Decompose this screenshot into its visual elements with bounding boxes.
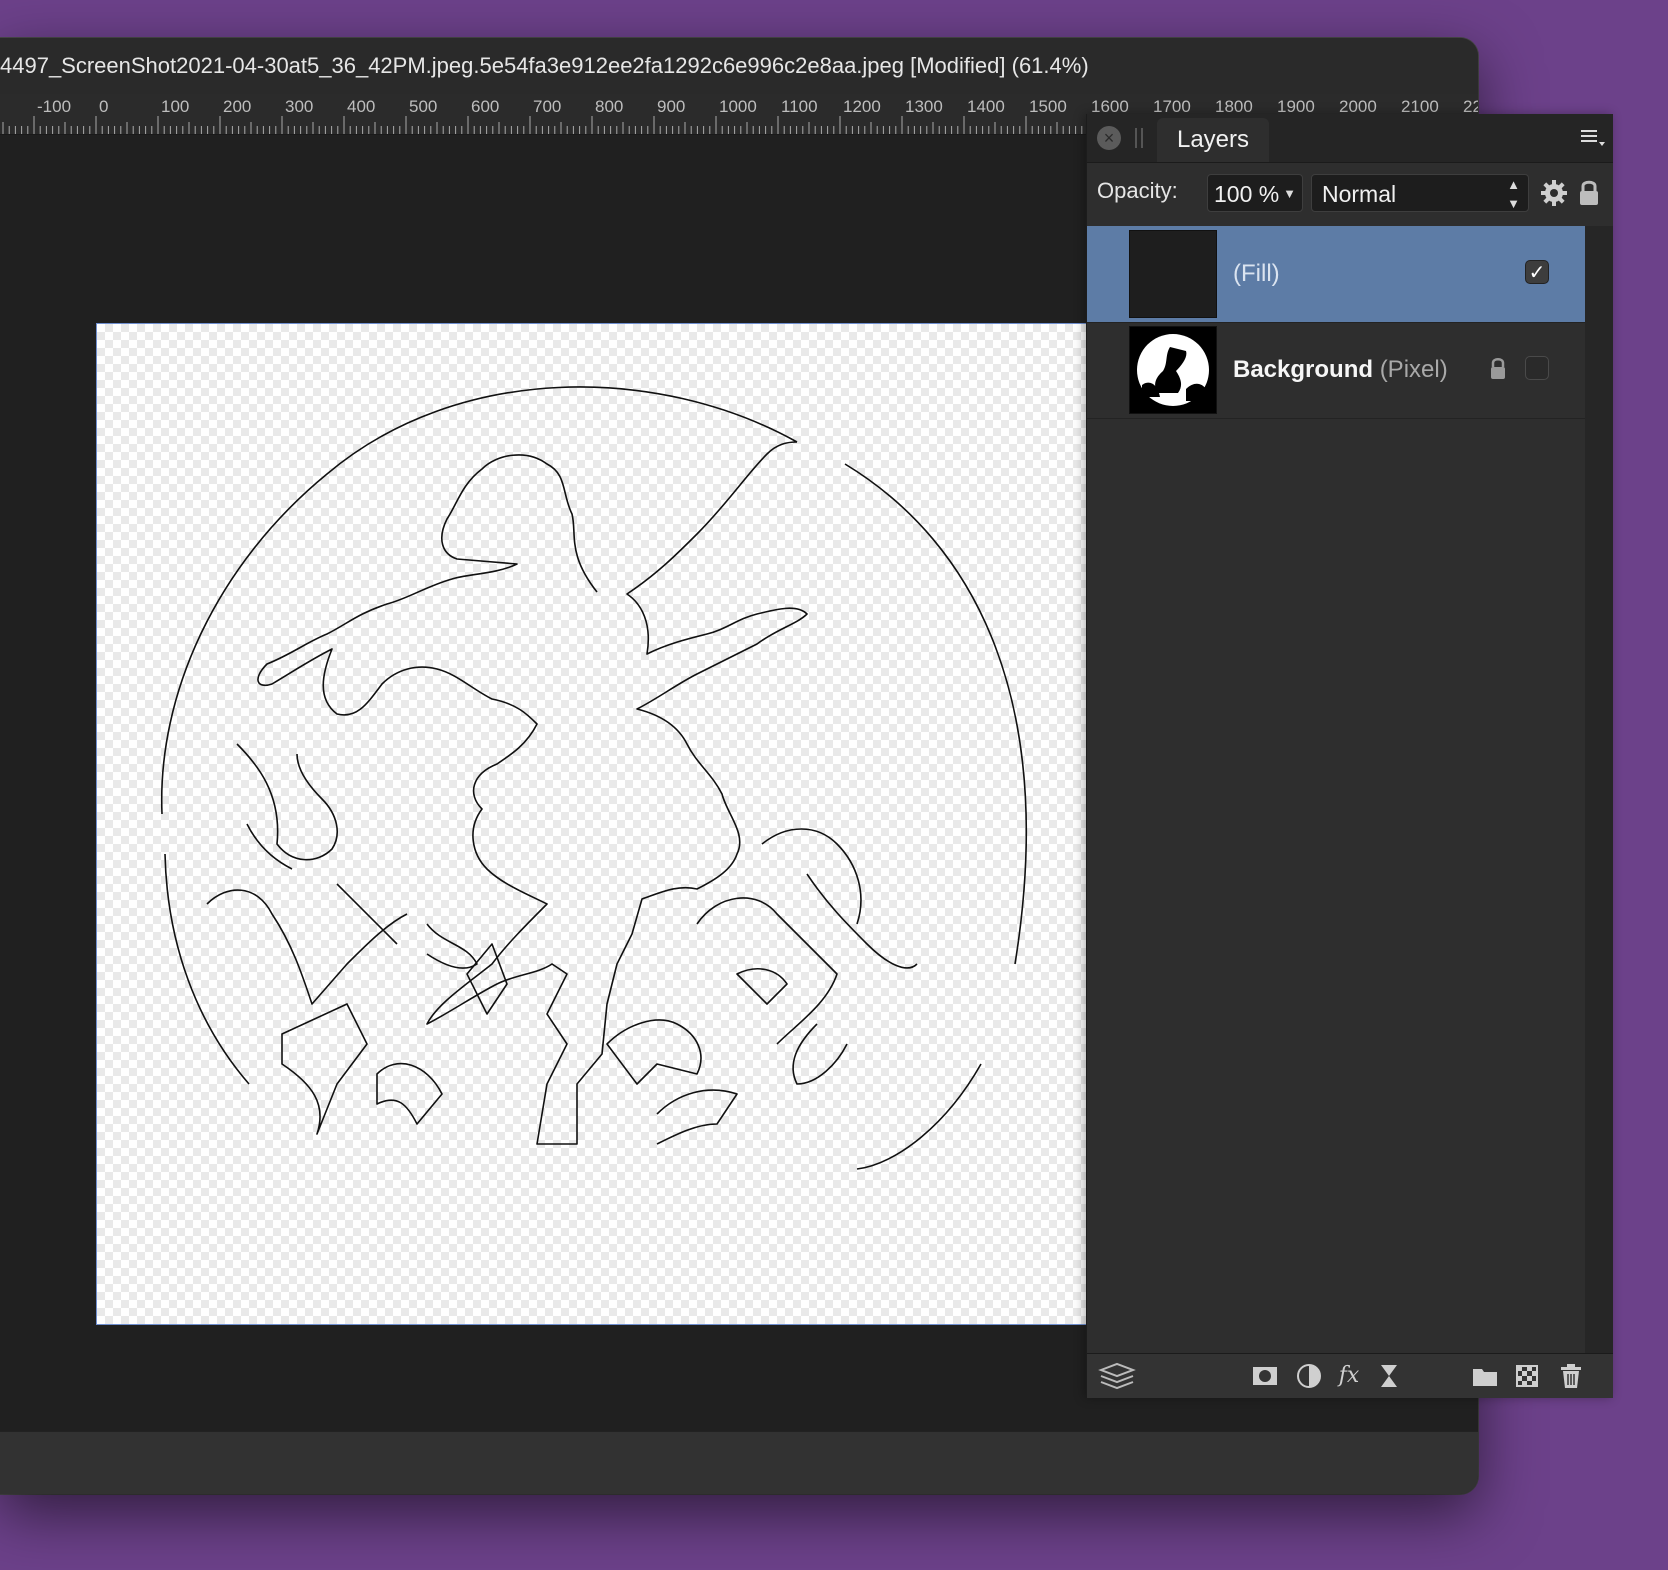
layer-type: (Pixel) — [1379, 356, 1448, 383]
stepper-arrows-icon: ▲ ▼ — [1507, 177, 1520, 211]
panel-footer: fx — [1087, 1353, 1613, 1398]
ruler-label: 1400 — [967, 97, 1005, 116]
ruler-label: 0 — [99, 97, 108, 116]
opacity-label: Opacity: — [1097, 178, 1178, 203]
layer-row-background[interactable]: Background (Pixel) — [1087, 322, 1585, 419]
live-filter-icon[interactable] — [1375, 1362, 1403, 1390]
layer-name-text: Background — [1233, 356, 1374, 383]
mask-icon[interactable] — [1251, 1362, 1279, 1390]
document-title: 4497_ScreenShot2021-04-30at5_36_42PM.jpe… — [0, 53, 1089, 78]
pixel-layer-icon[interactable] — [1513, 1362, 1541, 1390]
adjustment-icon[interactable] — [1295, 1362, 1323, 1390]
panel-scrollbar[interactable] — [1585, 226, 1613, 1354]
ruler-label: 900 — [657, 97, 685, 116]
ruler-label: 300 — [285, 97, 313, 116]
layer-type: (Fill) — [1233, 260, 1280, 287]
status-bar — [0, 1431, 1478, 1494]
ruler-label: 400 — [347, 97, 375, 116]
visibility-checkbox[interactable] — [1525, 356, 1549, 380]
ruler-label: 800 — [595, 97, 623, 116]
ruler-label: 1100 — [781, 97, 818, 116]
ruler-label: -100 — [37, 97, 71, 116]
blend-mode-value: Normal — [1322, 181, 1397, 207]
fairy-outline-artwork — [160, 386, 1027, 1170]
opacity-field[interactable]: 100 % ▼ — [1207, 174, 1303, 212]
tab-layers[interactable]: Layers — [1157, 118, 1269, 162]
ruler-label: 1200 — [843, 97, 881, 116]
layers-panel: × Layers Opacity: 100 % ▼ Normal ▲ ▼ (Fi… — [1086, 114, 1613, 1398]
panel-grip-icon[interactable] — [1135, 128, 1143, 148]
chevron-down-icon: ▼ — [1283, 186, 1296, 201]
layer-row-fill[interactable]: (Fill) ✓ — [1087, 226, 1585, 323]
layer-lock-icon[interactable] — [1489, 356, 1507, 382]
ruler-label: 500 — [409, 97, 437, 116]
opacity-row: Opacity: 100 % ▼ Normal ▲ ▼ — [1087, 162, 1613, 226]
ruler-label: 1300 — [905, 97, 943, 116]
layer-label: (Fill) — [1233, 226, 1280, 322]
ruler-label: 200 — [223, 97, 251, 116]
ruler-label: 600 — [471, 97, 499, 116]
delete-icon[interactable] — [1557, 1362, 1585, 1390]
lock-icon[interactable] — [1577, 178, 1601, 208]
artboard[interactable] — [96, 323, 1088, 1325]
group-icon[interactable] — [1471, 1362, 1499, 1390]
fx-icon[interactable]: fx — [1335, 1362, 1363, 1390]
ruler-label: 700 — [533, 97, 561, 116]
opacity-value: 100 % — [1214, 181, 1280, 207]
ruler-label: 1500 — [1029, 97, 1067, 116]
ruler-label: 100 — [161, 97, 189, 116]
panel-tab-bar: × Layers — [1087, 114, 1613, 163]
layer-label: Background (Pixel) — [1233, 322, 1448, 418]
panel-close-icon[interactable]: × — [1097, 126, 1121, 150]
panel-menu-icon[interactable] — [1577, 124, 1607, 152]
title-bar: 4497_ScreenShot2021-04-30at5_36_42PM.jpe… — [0, 38, 1478, 94]
layers-stack-icon[interactable] — [1097, 1362, 1137, 1390]
ruler-label: 1000 — [719, 97, 757, 116]
gear-icon[interactable] — [1539, 178, 1569, 208]
layer-thumbnail-background — [1129, 326, 1217, 414]
layer-thumbnail-fill — [1129, 230, 1217, 318]
blend-mode-select[interactable]: Normal ▲ ▼ — [1311, 174, 1529, 212]
visibility-checkbox[interactable]: ✓ — [1525, 260, 1549, 284]
